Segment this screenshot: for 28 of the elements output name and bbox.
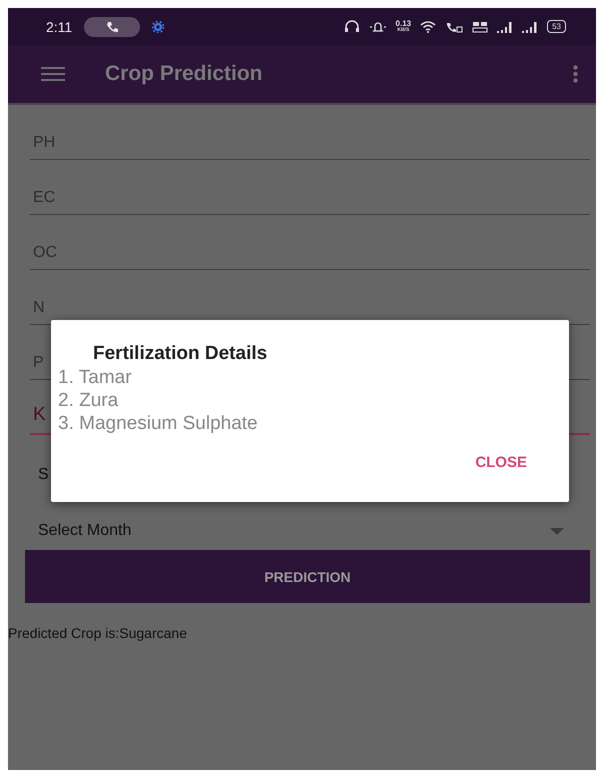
close-button[interactable]: CLOSE [471,452,531,473]
network-speed: 0.13 [396,20,412,28]
dialog-title: Fertilization Details [93,342,268,366]
input-field[interactable]: PH [30,105,590,160]
phone-icon [105,20,120,34]
input-field[interactable]: OC [30,215,590,270]
headphones-icon [344,20,360,33]
menu-icon [41,67,65,81]
dropdown-arrow-icon [550,528,564,534]
battery-level: 53 [552,22,561,30]
clock-time: 2:11 [46,18,72,34]
fertilizer-item: 2. Zura [58,389,120,412]
vibrate-icon [368,20,387,32]
input-field[interactable]: EC [30,160,590,215]
wifi-icon [420,20,436,32]
more-options-icon [573,65,578,83]
prediction-result: Predicted Crop is:Sugarcane [8,624,188,643]
prediction-button[interactable]: PREDICTION [25,550,590,603]
gear-icon [152,20,164,32]
wifi-calling-icon [445,20,464,32]
volte-icon [472,20,488,32]
call-indicator[interactable] [84,16,140,36]
signal-icon [522,20,538,32]
dropdown[interactable]: Select Month [30,516,590,546]
fertilizer-item: 1. Tamar [58,366,133,389]
signal-icon [497,20,514,32]
fertilizer-item: 3. Magnesium Sulphate [58,412,259,435]
app-title: Crop Prediction [105,62,264,86]
